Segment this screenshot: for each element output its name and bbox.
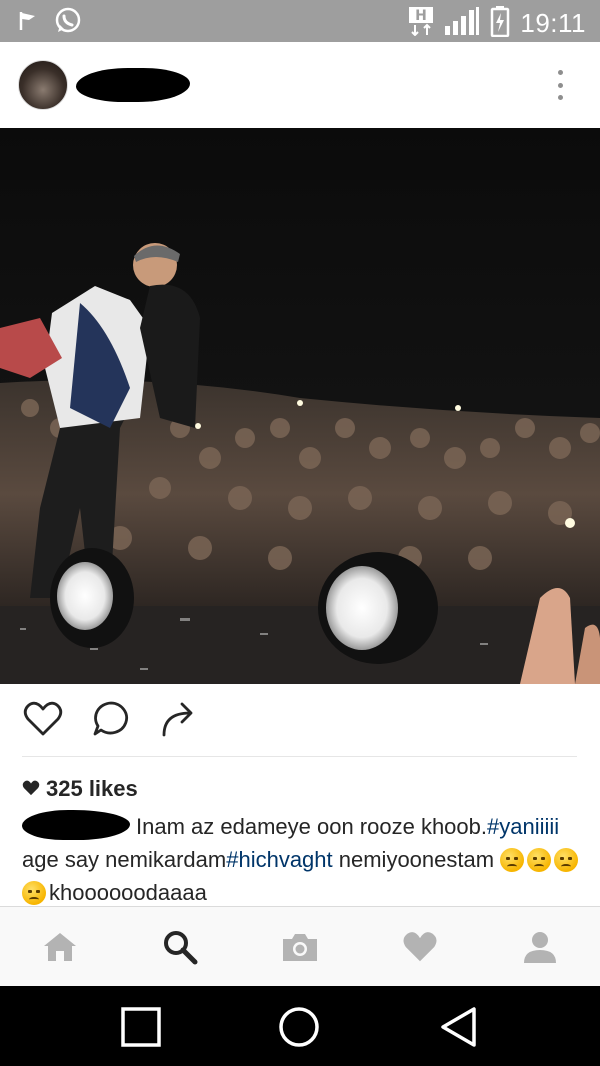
unamused-emoji-icon: [22, 881, 46, 905]
post-actions: [0, 696, 600, 750]
caption-text-4: khoooooodaaaa: [49, 880, 207, 905]
username-redacted[interactable]: [76, 68, 190, 102]
post-header: [0, 42, 600, 128]
bottom-tab-bar: [0, 906, 600, 986]
back-icon[interactable]: [436, 1004, 482, 1050]
share-icon[interactable]: [154, 696, 200, 742]
status-bar: H 19:11: [0, 0, 600, 42]
home-icon[interactable]: [38, 925, 82, 969]
svg-text:H: H: [416, 8, 428, 24]
heart-filled-icon: [22, 776, 40, 802]
likes-text: 325 likes: [46, 776, 138, 801]
divider: [22, 756, 577, 757]
avatar[interactable]: [18, 60, 68, 110]
network-h-icon: H: [408, 6, 434, 41]
caption-author-redacted[interactable]: [22, 810, 130, 840]
flag-icon: [18, 10, 38, 37]
unamused-emoji-icon: [527, 848, 552, 872]
status-time: 19:11: [520, 8, 586, 38]
heart-outline-icon[interactable]: [20, 696, 66, 742]
caption-text-2: age say nemikardam: [22, 847, 227, 872]
hashtag-yaniiiii[interactable]: #yaniiiii: [487, 814, 559, 839]
android-nav-bar: [0, 986, 600, 1066]
recents-icon[interactable]: [118, 1004, 164, 1050]
comment-icon[interactable]: [88, 696, 134, 742]
battery-charging-icon: [490, 5, 510, 42]
post-photo[interactable]: [0, 128, 600, 684]
search-icon[interactable]: [158, 925, 202, 969]
profile-icon[interactable]: [518, 925, 562, 969]
unamused-emoji-icon: [554, 848, 579, 872]
likes-count[interactable]: 325 likes: [22, 774, 138, 804]
whatsapp-icon: [54, 7, 82, 40]
caption-text-1: Inam az edameye oon rooze khoob.: [136, 814, 488, 839]
heart-icon[interactable]: [398, 925, 442, 969]
camera-icon[interactable]: [278, 925, 322, 969]
signal-icon: [444, 6, 480, 41]
unamused-emoji-icon: [500, 848, 525, 872]
more-vertical-icon[interactable]: [550, 70, 570, 100]
caption-text-3: nemiyoonestam: [332, 847, 501, 872]
home-circle-icon[interactable]: [276, 1004, 322, 1050]
caption: Inam az edameye oon rooze khoob.#yaniiii…: [22, 810, 582, 909]
hashtag-hichvaght[interactable]: #hichvaght: [226, 847, 332, 872]
